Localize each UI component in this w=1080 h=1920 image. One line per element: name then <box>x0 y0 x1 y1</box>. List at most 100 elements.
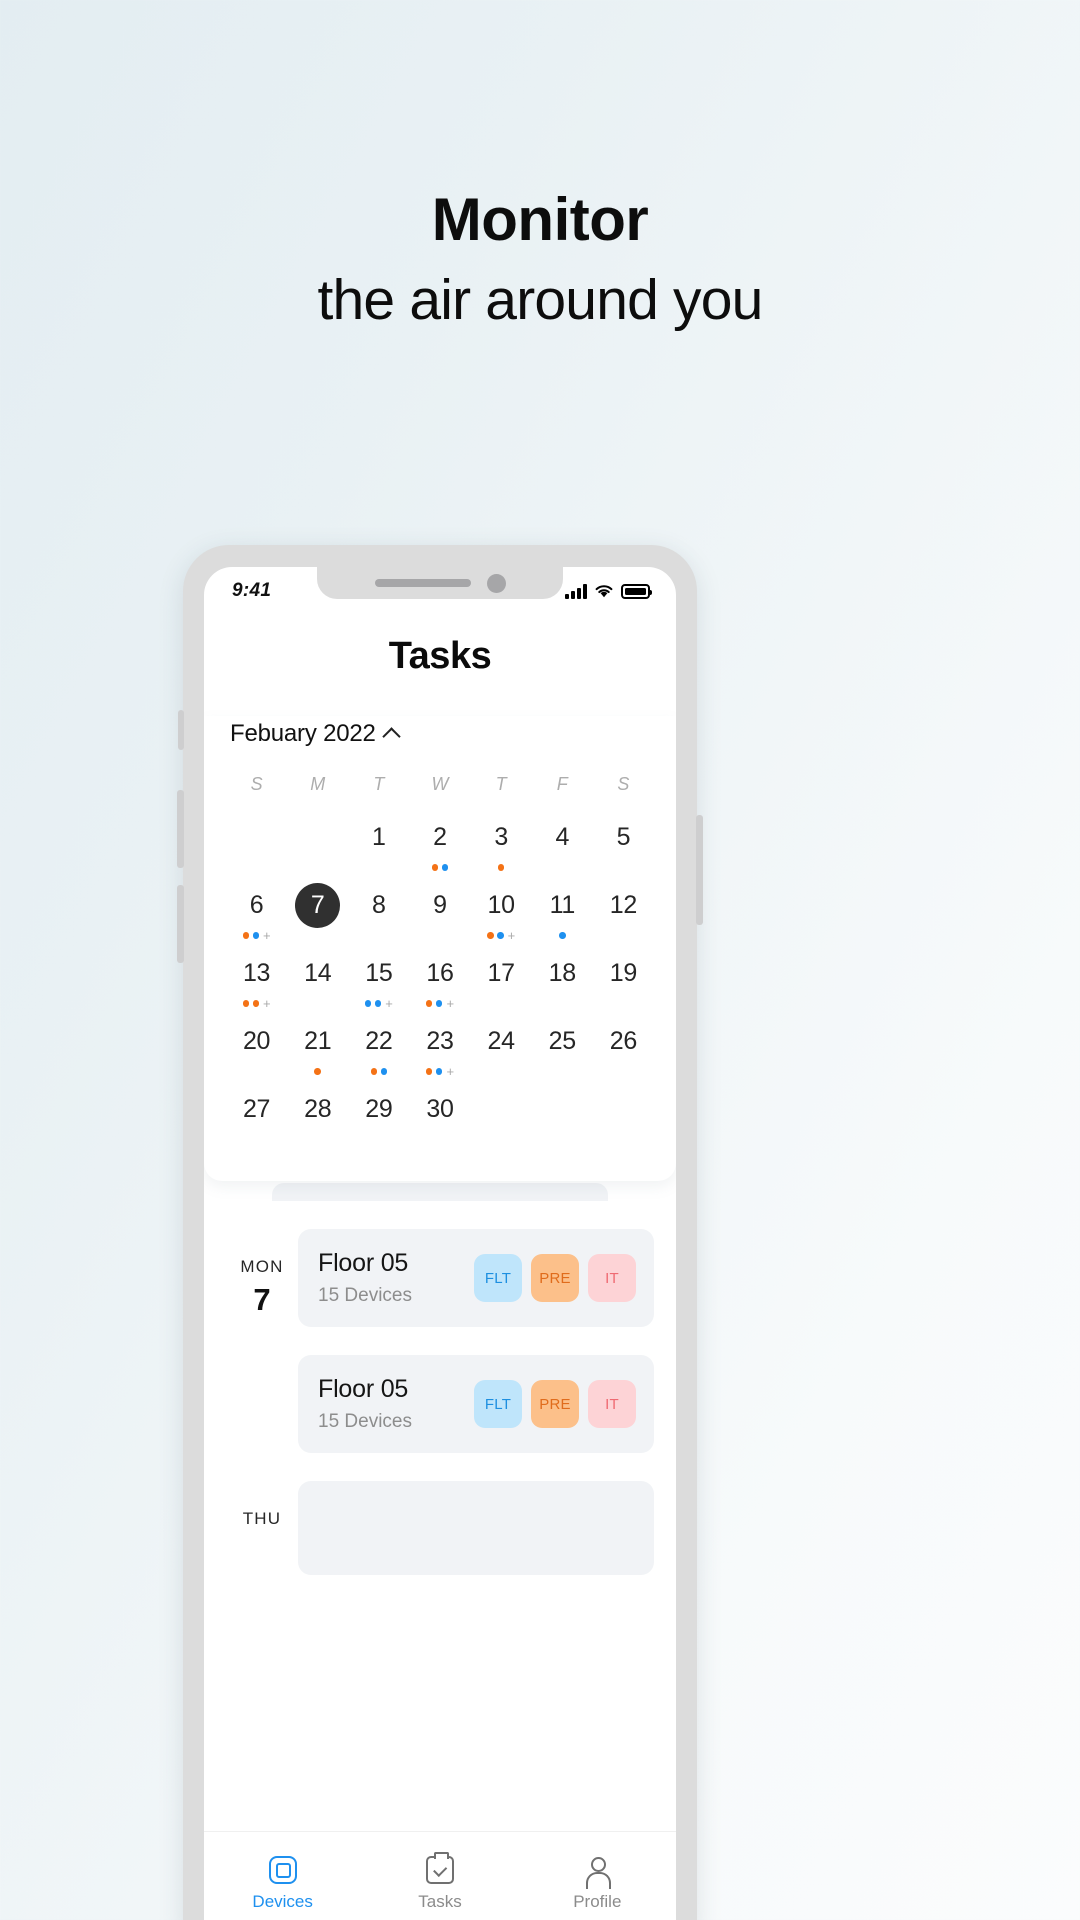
volume-down-button[interactable] <box>177 885 184 963</box>
calendar-day-9[interactable]: 9 <box>409 883 470 949</box>
calendar-day-10[interactable]: 10 + <box>471 883 532 949</box>
task-card[interactable]: Floor 05 15 Devices FLT PRE IT <box>298 1229 654 1327</box>
calendar-day-23[interactable]: 23 + <box>409 1019 470 1085</box>
orange-dot-icon <box>242 1000 250 1007</box>
calendar-day-22[interactable]: 22 <box>348 1019 409 1085</box>
promo-title: Monitor <box>431 186 649 253</box>
tab-profile[interactable]: Profile <box>537 1856 657 1912</box>
tasks-icon <box>425 1852 454 1884</box>
orange-dot-icon <box>425 1068 433 1075</box>
day-number: 11 <box>549 891 576 919</box>
chevron-up-icon[interactable] <box>382 727 401 746</box>
day-number: 14 <box>304 959 332 987</box>
calendar-day-3[interactable]: 3 <box>471 815 532 881</box>
calendar-day-17[interactable]: 17 <box>471 951 532 1017</box>
calendar-day-13[interactable]: 13 + <box>226 951 287 1017</box>
calendar-day-7[interactable]: 7 <box>287 883 348 949</box>
tag-it[interactable]: IT <box>588 1380 636 1428</box>
day-indicator-dots: + <box>487 929 515 942</box>
tag-pre[interactable]: PRE <box>531 1254 579 1302</box>
day-number: 7 <box>295 883 341 928</box>
calendar-day-24[interactable]: 24 <box>471 1019 532 1085</box>
task-row[interactable]: THU <box>226 1481 654 1575</box>
calendar-day-empty <box>226 815 287 881</box>
tag-it[interactable]: IT <box>588 1254 636 1302</box>
day-indicator-dots <box>431 862 449 873</box>
task-row[interactable]: Floor 05 15 Devices FLT PRE IT <box>226 1355 654 1453</box>
calendar-day-19[interactable]: 19 <box>593 951 654 1017</box>
calendar-day-2[interactable]: 2 <box>409 815 470 881</box>
calendar-day-30[interactable]: 30 <box>409 1087 470 1153</box>
month-selector[interactable]: Febuary 2022 <box>226 716 654 774</box>
more-indicator-icon: + <box>385 996 393 1011</box>
calendar-day-4[interactable]: 4 <box>532 815 593 881</box>
profile-icon <box>583 1856 612 1889</box>
orange-dot-icon <box>425 1000 433 1007</box>
orange-dot-icon <box>431 864 439 871</box>
task-card[interactable] <box>298 1481 654 1575</box>
blue-dot-icon <box>559 932 566 939</box>
tag-flt[interactable]: FLT <box>474 1380 522 1428</box>
blue-dot-icon <box>364 1000 372 1007</box>
calendar-day-27[interactable]: 27 <box>226 1087 287 1153</box>
blue-dot-icon <box>380 1068 388 1075</box>
calendar-day-empty <box>287 815 348 881</box>
orange-dot-icon <box>252 1000 260 1007</box>
calendar-card: Febuary 2022 SMTWTFS 1 2 3 4 5 6 +7 8 9 10 +11 12 13… <box>204 716 676 1181</box>
day-of-week-1: M <box>310 774 326 794</box>
task-row[interactable]: MON 7 Floor 05 15 Devices FLT PRE IT <box>226 1229 654 1327</box>
calendar-day-14[interactable]: 14 <box>287 951 348 1017</box>
day-indicator-dots <box>370 1066 388 1077</box>
day-number: 12 <box>609 891 638 919</box>
task-date-column: MON 7 <box>226 1229 298 1318</box>
day-number: 17 <box>487 959 516 987</box>
day-number: 25 <box>548 1027 577 1055</box>
calendar-day-12[interactable]: 12 <box>593 883 654 949</box>
day-number: 18 <box>548 959 577 987</box>
day-indicator-dots: + <box>425 997 454 1010</box>
power-button[interactable] <box>696 815 703 925</box>
day-number: 15 <box>365 959 393 987</box>
promo-subtitle: the air around you <box>317 267 763 332</box>
tab-label: Profile <box>573 1891 622 1911</box>
day-number: 26 <box>609 1027 638 1055</box>
day-number: 13 <box>242 959 271 987</box>
calendar-day-25[interactable]: 25 <box>532 1019 593 1085</box>
day-number: 4 <box>555 823 570 851</box>
calendar-day-20[interactable]: 20 <box>226 1019 287 1085</box>
blue-dot-icon <box>497 932 504 939</box>
calendar-day-11[interactable]: 11 <box>532 883 593 949</box>
volume-up-button[interactable] <box>177 790 184 868</box>
day-of-week-5: F <box>556 774 568 794</box>
phone-screen: 9:41 Tasks Febuary 2022 SMTWTFS 1 2 3 4 … <box>204 567 676 1920</box>
day-indicator-dots: + <box>425 1064 455 1079</box>
blue-dot-icon <box>374 1000 382 1007</box>
tab-devices[interactable]: Devices <box>223 1855 343 1912</box>
calendar-day-16[interactable]: 16 + <box>409 951 470 1017</box>
calendar-day-6[interactable]: 6 + <box>226 883 287 949</box>
bottom-tab-bar: Devices Tasks Profile <box>204 1831 676 1920</box>
task-card[interactable]: Floor 05 15 Devices FLT PRE IT <box>298 1355 654 1453</box>
day-number: 24 <box>487 1027 516 1055</box>
tag-pre[interactable]: PRE <box>531 1380 579 1428</box>
calendar-day-5[interactable]: 5 <box>593 815 654 881</box>
calendar-day-1[interactable]: 1 <box>348 815 409 881</box>
tag-flt[interactable]: FLT <box>474 1254 522 1302</box>
day-number: 28 <box>304 1095 332 1123</box>
devices-icon <box>268 1855 297 1884</box>
page-title: Tasks <box>388 635 492 677</box>
more-indicator-icon: + <box>446 1064 455 1079</box>
calendar-day-29[interactable]: 29 <box>348 1087 409 1153</box>
promo-headline: Monitor the air around you <box>0 186 1080 336</box>
calendar-grid: 1 2 3 4 5 6 +7 8 9 10 +11 12 13 +14 15 +16 +17 18 19 20 21 22… <box>226 815 654 1153</box>
mute-switch[interactable] <box>178 710 184 750</box>
calendar-day-18[interactable]: 18 <box>532 951 593 1017</box>
day-of-week-4: T <box>495 774 507 794</box>
peek-card <box>272 1183 608 1201</box>
calendar-day-28[interactable]: 28 <box>287 1087 348 1153</box>
calendar-day-15[interactable]: 15 + <box>348 951 409 1017</box>
calendar-day-26[interactable]: 26 <box>593 1019 654 1085</box>
calendar-day-8[interactable]: 8 <box>348 883 409 949</box>
calendar-day-21[interactable]: 21 <box>287 1019 348 1085</box>
tab-tasks[interactable]: Tasks <box>380 1852 500 1912</box>
